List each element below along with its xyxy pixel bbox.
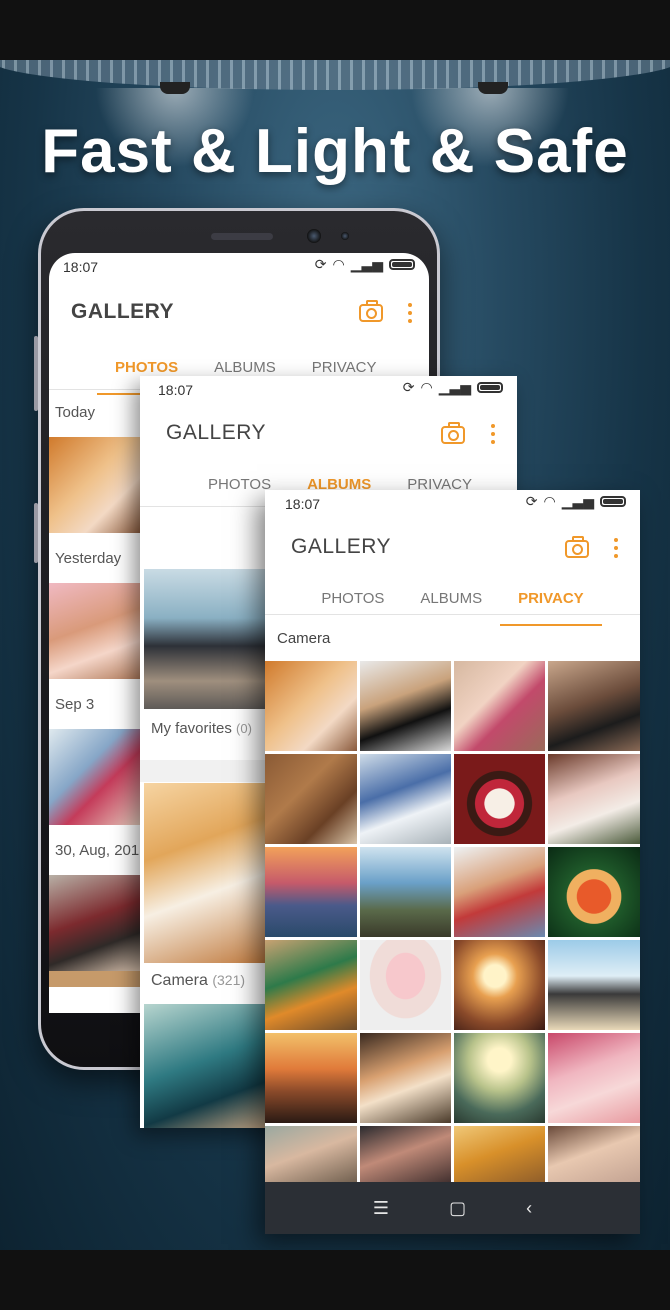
back-nav-icon[interactable]: ‹: [526, 1198, 532, 1219]
more-vert-icon[interactable]: [614, 538, 618, 558]
photo-thumbnail[interactable]: [454, 847, 545, 937]
section-header: Today: [55, 404, 96, 421]
photo-thumbnail[interactable]: [265, 1126, 357, 1186]
app-bar: GALLERY: [265, 520, 640, 570]
signal-icon: ▁▃▅: [438, 379, 471, 395]
photo-thumbnail[interactable]: [548, 1126, 640, 1186]
section-header: Sep 3: [55, 696, 95, 713]
camera-icon[interactable]: [441, 422, 465, 444]
photo-thumbnail[interactable]: [360, 940, 451, 1030]
promo-stage: Fast & Light & Safe 18:07 ⟳ ◠ ▁▃▅ GALLER…: [0, 60, 670, 1250]
tab-divider: [265, 614, 640, 615]
home-nav-icon[interactable]: ▢: [449, 1198, 466, 1219]
album-label[interactable]: My favorites (0): [151, 720, 252, 737]
wifi-icon: ◠: [420, 379, 433, 395]
section-header: 30, Aug, 201: [55, 842, 140, 859]
earpiece: [211, 233, 273, 240]
menu-nav-icon[interactable]: ☰: [373, 1198, 389, 1219]
app-title: GALLERY: [71, 300, 175, 323]
photo-thumbnail[interactable]: [360, 754, 451, 844]
photo-thumbnail[interactable]: [265, 754, 357, 844]
spotlight: [160, 82, 190, 94]
more-vert-icon[interactable]: [491, 424, 495, 444]
front-camera: [307, 229, 321, 243]
bottom-letterbox: [0, 1250, 670, 1310]
photo-thumbnail[interactable]: [360, 1033, 451, 1123]
photo-thumbnail[interactable]: [49, 437, 141, 533]
sensor: [341, 232, 349, 240]
status-bar: 18:07 ⟳ ◠ ▁▃▅: [265, 490, 640, 518]
section-header: Yesterday: [55, 550, 122, 567]
album-cover[interactable]: [144, 783, 266, 963]
nav-bar: ☰ ▢ ‹: [265, 1182, 640, 1234]
photo-thumbnail[interactable]: [548, 940, 640, 1030]
photo-thumbnail[interactable]: [548, 1033, 640, 1123]
album-count: (0): [236, 721, 252, 736]
headline: Fast & Light & Safe: [41, 117, 629, 186]
sync-icon: ⟳: [314, 256, 327, 272]
photo-thumbnail[interactable]: [265, 661, 357, 751]
status-bar: 18:07 ⟳ ◠ ▁▃▅: [140, 376, 517, 404]
photo-thumbnail[interactable]: [454, 940, 545, 1030]
more-vert-icon[interactable]: [408, 303, 412, 323]
screen-privacy: 18:07 ⟳ ◠ ▁▃▅ GALLERY PHOTOS ALBUMS PRIV…: [265, 490, 640, 1234]
camera-icon[interactable]: [565, 536, 589, 558]
status-bar: 18:07 ⟳ ◠ ▁▃▅: [49, 253, 429, 281]
stage-truss: [0, 60, 670, 90]
signal-icon: ▁▃▅: [561, 493, 594, 509]
photo-thumbnail[interactable]: [49, 875, 141, 971]
battery-icon: [600, 496, 626, 507]
sync-icon: ⟳: [525, 493, 538, 509]
photo-thumbnail[interactable]: [49, 729, 141, 825]
app-title: GALLERY: [166, 421, 266, 444]
status-time: 18:07: [63, 259, 99, 275]
camera-icon[interactable]: [359, 300, 383, 322]
photo-thumbnail[interactable]: [454, 1126, 545, 1186]
album-name: Camera: [151, 972, 208, 989]
photo-thumbnail-strip: [49, 971, 141, 987]
battery-icon: [389, 259, 415, 270]
photo-thumbnail[interactable]: [548, 754, 640, 844]
app-title: GALLERY: [291, 535, 391, 558]
top-letterbox: [0, 0, 670, 60]
battery-icon: [477, 382, 503, 393]
photo-thumbnail[interactable]: [454, 1033, 545, 1123]
photo-thumbnail[interactable]: [548, 661, 640, 751]
photo-thumbnail[interactable]: [265, 1033, 357, 1123]
volume-button: [34, 336, 38, 411]
app-bar: GALLERY: [49, 289, 429, 339]
section-header: Camera: [277, 630, 331, 647]
photo-thumbnail[interactable]: [548, 847, 640, 937]
status-time: 18:07: [158, 382, 194, 398]
wifi-icon: ◠: [543, 493, 556, 509]
album-spacer: [140, 760, 266, 782]
sync-icon: ⟳: [402, 379, 415, 395]
album-cover[interactable]: [144, 569, 266, 709]
photo-thumbnail[interactable]: [360, 847, 451, 937]
spotlight: [478, 82, 508, 94]
wifi-icon: ◠: [332, 256, 345, 272]
album-name: My favorites: [151, 720, 232, 737]
photo-thumbnail[interactable]: [265, 940, 357, 1030]
album-cover[interactable]: [144, 1004, 266, 1128]
signal-icon: ▁▃▅: [350, 256, 383, 272]
photo-thumbnail[interactable]: [360, 661, 451, 751]
photo-thumbnail[interactable]: [360, 1126, 451, 1186]
photo-thumbnail[interactable]: [454, 661, 545, 751]
photo-thumbnail[interactable]: [265, 847, 357, 937]
album-label[interactable]: Camera (321): [151, 972, 245, 990]
bixby-button: [34, 503, 38, 563]
app-bar: GALLERY: [140, 406, 517, 456]
album-count: (321): [212, 972, 246, 988]
photo-thumbnail[interactable]: [49, 583, 141, 679]
photo-thumbnail[interactable]: [454, 754, 545, 844]
status-time: 18:07: [285, 496, 321, 512]
